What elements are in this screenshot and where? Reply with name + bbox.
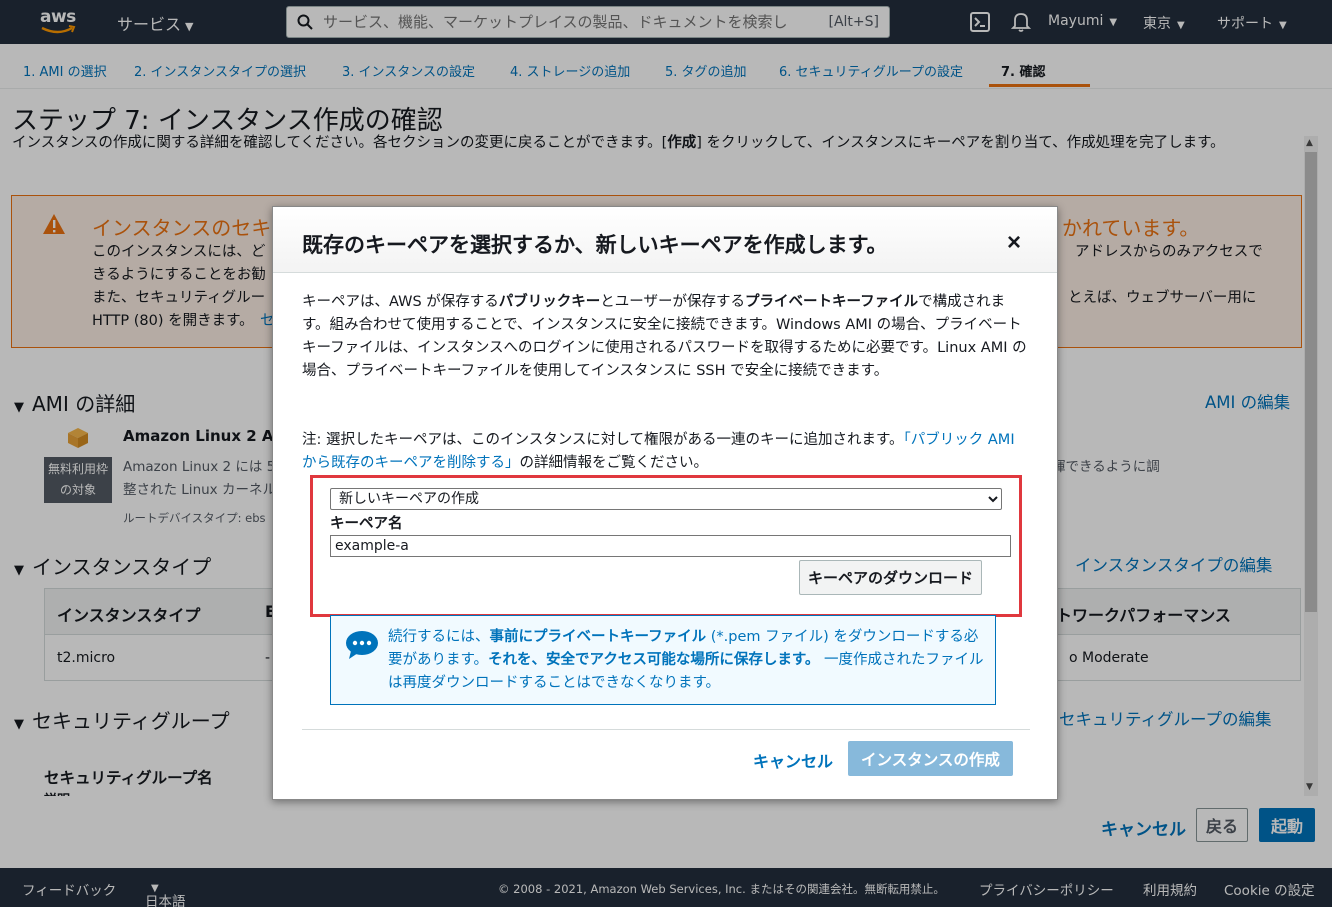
keypair-modal: 既存のキーペアを選択するか、新しいキーペアを作成します。 × キーペアは、AWS… <box>272 206 1058 800</box>
modal-note: 注: 選択したキーペアは、このインスタンスに対して権限がある一連のキーに追加され… <box>302 429 1032 475</box>
download-keypair-button[interactable]: キーペアのダウンロード <box>799 560 982 595</box>
body-text: キーペアは、AWS が保存する <box>302 294 499 310</box>
info-text: 続行するには、事前にプライベートキーファイル (*.pem ファイル) をダウン… <box>388 626 988 695</box>
body-text: とユーザーが保存する <box>600 294 745 310</box>
modal-description: キーペアは、AWS が保存するパブリックキーとユーザーが保存するプライベートキー… <box>302 291 1032 383</box>
close-icon[interactable]: × <box>1007 229 1021 257</box>
info-text-part: 続行するには、 <box>388 629 490 645</box>
divider <box>302 729 1030 730</box>
chat-bubble-icon <box>346 631 378 659</box>
keypair-option-select[interactable]: 新しいキーペアの作成 <box>330 488 1002 510</box>
body-bold: プライベートキーファイル <box>745 294 919 310</box>
create-instance-button[interactable]: インスタンスの作成 <box>848 741 1013 776</box>
info-bold: 事前にプライベートキーファイル <box>489 629 707 645</box>
keypair-name-input[interactable] <box>330 535 1011 557</box>
body-bold: パブリックキー <box>498 294 601 310</box>
modal-title: 既存のキーペアを選択するか、新しいキーペアを作成します。 <box>302 233 888 257</box>
keypair-name-label: キーペア名 <box>330 516 403 532</box>
note-text: の詳細情報をご覧ください。 <box>519 455 709 471</box>
modal-header: 既存のキーペアを選択するか、新しいキーペアを作成します。 × <box>273 207 1057 273</box>
info-alert: 続行するには、事前にプライベートキーファイル (*.pem ファイル) をダウン… <box>330 615 996 705</box>
note-text: 注: 選択したキーペアは、このインスタンスに対して権限がある一連のキーに追加され… <box>302 432 904 448</box>
info-bold: それを、安全でアクセス可能な場所に保存します。 <box>488 652 820 668</box>
modal-cancel-button[interactable]: キャンセル <box>753 748 833 772</box>
